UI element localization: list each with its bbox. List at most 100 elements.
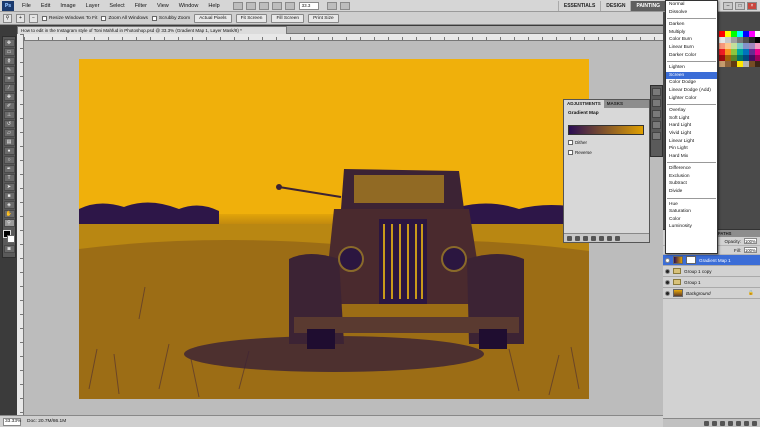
opacity-input[interactable]: 100% (744, 238, 757, 244)
blend-mode-option[interactable]: Darken (666, 21, 717, 29)
launch-bridge-icon[interactable] (232, 1, 243, 10)
expand-icon[interactable] (575, 235, 580, 241)
type-tool-icon[interactable]: T (3, 174, 15, 182)
fill-input[interactable]: 100% (744, 247, 757, 253)
delete-icon[interactable] (615, 235, 620, 241)
adjustments-panel-icon[interactable] (652, 121, 661, 129)
blend-mode-option[interactable]: Linear Dodge (Add) (666, 87, 717, 95)
checkbox-box[interactable] (42, 15, 47, 21)
blend-mode-option[interactable]: Darker Color (666, 52, 717, 60)
color-swatches[interactable] (3, 230, 15, 244)
3d-rotate-tool-icon[interactable]: ◈ (3, 201, 15, 209)
clip-icon[interactable] (583, 235, 588, 241)
zoom-tool-icon[interactable]: ⚲ (3, 219, 15, 227)
zoom-all-windows-checkbox[interactable]: Zoom All Windows (101, 15, 148, 21)
brush-tool-icon[interactable]: ✐ (3, 102, 15, 110)
layer-row[interactable]: Background 🔒 (663, 288, 760, 299)
fit-screen-button[interactable]: Fit Screen (235, 13, 268, 23)
add-mask-icon[interactable] (720, 420, 725, 426)
hand-view-icon[interactable] (258, 1, 269, 10)
blend-mode-option[interactable]: Saturation (666, 208, 717, 216)
return-icon[interactable] (567, 235, 572, 241)
clone-stamp-tool-icon[interactable]: ⊥ (3, 111, 15, 119)
reverse-checkbox[interactable]: Reverse (568, 150, 645, 155)
tool-presets-panel-icon[interactable] (652, 132, 661, 140)
layer-row[interactable]: Group 1 (663, 277, 760, 288)
quick-select-tool-icon[interactable]: ✎ (3, 66, 15, 74)
healing-brush-tool-icon[interactable]: ✚ (3, 93, 15, 101)
blend-mode-option[interactable]: Luminosity (666, 223, 717, 231)
blend-mode-option[interactable]: Linear Burn (666, 44, 717, 52)
swatches-panel[interactable] (718, 30, 760, 80)
document-tab[interactable]: How to edit in the Instagram style of To… (17, 26, 287, 34)
menu-help[interactable]: Help (203, 0, 224, 12)
blend-mode-option[interactable]: Lighter Color (666, 95, 717, 103)
gradient-tool-icon[interactable]: ▤ (3, 138, 15, 146)
checkbox-box[interactable] (151, 15, 157, 21)
color-swatch[interactable] (755, 61, 760, 67)
menu-edit[interactable]: Edit (36, 0, 55, 12)
quick-mask-icon[interactable]: ◙ (3, 245, 15, 253)
zoom-view-icon[interactable] (271, 1, 282, 10)
eyedropper-tool-icon[interactable]: ⁄ (3, 84, 15, 92)
crop-tool-icon[interactable]: ⌗ (3, 75, 15, 83)
dodge-tool-icon[interactable]: ○ (3, 156, 15, 164)
menu-filter[interactable]: Filter (130, 0, 152, 12)
new-layer-icon[interactable] (744, 420, 749, 426)
zoom-tool-icon[interactable]: ⚲ (3, 13, 12, 23)
move-tool-icon[interactable]: ✥ (3, 39, 15, 47)
screen-mode-icon[interactable] (339, 1, 350, 10)
zoom-out-icon[interactable]: − (29, 13, 38, 23)
view-previous-icon[interactable] (599, 235, 604, 241)
path-select-tool-icon[interactable]: ➤ (3, 183, 15, 191)
maximize-icon[interactable]: □ (735, 1, 745, 10)
blend-mode-option[interactable]: Hard Light (666, 122, 717, 130)
layer-mask-thumbnail[interactable] (686, 256, 696, 264)
blend-mode-option[interactable]: Subtract (666, 180, 717, 188)
zoom-in-icon[interactable]: + (16, 13, 25, 23)
checkbox-box[interactable] (101, 15, 107, 21)
checkbox-box[interactable] (568, 140, 573, 145)
layer-row[interactable]: Group 1 copy (663, 266, 760, 277)
menu-file[interactable]: File (17, 0, 36, 12)
clone-source-panel-icon[interactable] (652, 110, 661, 118)
menu-layer[interactable]: Layer (81, 0, 105, 12)
reset-icon[interactable] (607, 235, 612, 241)
new-group-icon[interactable] (736, 420, 741, 426)
blend-mode-option[interactable]: Color Dodge (666, 79, 717, 87)
workspace-essentials[interactable]: ESSENTIALS (557, 0, 600, 11)
rotate-view-icon[interactable] (284, 1, 295, 10)
eye-icon[interactable] (665, 290, 670, 296)
blend-mode-option[interactable]: Linear Light (666, 138, 717, 146)
blend-mode-option[interactable]: Difference (666, 165, 717, 173)
pen-tool-icon[interactable]: ✒ (3, 165, 15, 173)
trash-icon[interactable] (752, 420, 757, 426)
blend-mode-option[interactable]: Overlay (666, 107, 717, 115)
blend-mode-option[interactable]: Divide (666, 188, 717, 196)
blend-mode-option[interactable]: Hard Mix (666, 153, 717, 161)
minimize-icon[interactable]: – (723, 1, 733, 10)
blend-mode-option[interactable]: Multiply (666, 29, 717, 37)
eye-icon[interactable] (665, 257, 670, 263)
history-panel-icon[interactable] (652, 88, 661, 96)
eye-icon[interactable] (665, 268, 670, 274)
workspace-painting[interactable]: PAINTING (630, 0, 665, 11)
lasso-tool-icon[interactable]: ϕ (3, 57, 15, 65)
document-image[interactable] (79, 59, 589, 399)
blend-mode-option[interactable]: Lighten (666, 64, 717, 72)
blur-tool-icon[interactable]: ● (3, 147, 15, 155)
new-adjustment-icon[interactable] (728, 420, 733, 426)
status-zoom[interactable]: 33.33% (3, 417, 21, 426)
layer-style-icon[interactable] (712, 420, 717, 426)
menu-view[interactable]: View (152, 0, 174, 12)
layer-row[interactable]: Gradient Map 1 (663, 255, 760, 266)
actual-pixels-button[interactable]: Actual Pixels (194, 13, 232, 23)
eraser-tool-icon[interactable]: ▱ (3, 129, 15, 137)
workspace-design[interactable]: DESIGN (600, 0, 630, 11)
arrange-documents-icon[interactable] (326, 1, 337, 10)
marquee-tool-icon[interactable]: ▭ (3, 48, 15, 56)
blend-mode-option[interactable]: Soft Light (666, 115, 717, 123)
blend-mode-option[interactable]: Screen (666, 71, 717, 80)
blend-mode-option[interactable]: Hue (666, 201, 717, 209)
close-icon[interactable]: × (747, 1, 757, 10)
